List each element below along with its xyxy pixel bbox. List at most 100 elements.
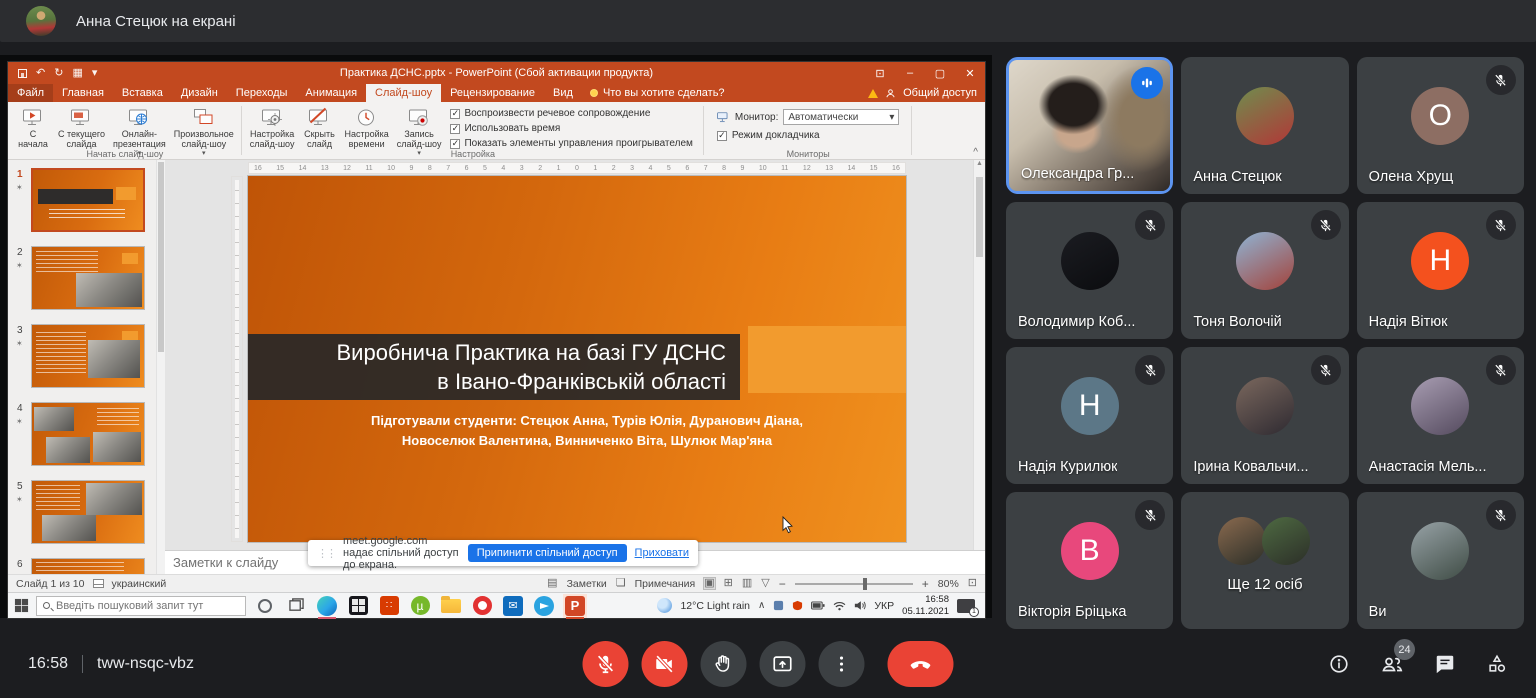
mic-off-button[interactable]	[583, 641, 629, 687]
zoom-level[interactable]: 80%	[938, 578, 959, 590]
slide-thumbnail[interactable]: 2✶	[8, 246, 156, 310]
taskbar-search[interactable]	[36, 596, 246, 616]
ribbon-collapse-icon[interactable]: ^	[973, 147, 978, 158]
participant-tile[interactable]: Ви	[1357, 492, 1524, 629]
search-input[interactable]	[56, 600, 239, 612]
ribbon-button[interactable]: Произвольное слайд-шоу▾	[171, 104, 237, 148]
reading-view-icon[interactable]: ▥	[742, 578, 752, 589]
participant-tile[interactable]: Анастасія Мель...	[1357, 347, 1524, 484]
slide-thumbnail[interactable]: 1✶	[8, 168, 156, 232]
ribbon-button[interactable]: Запись слайд-шоу▾	[394, 104, 445, 148]
comments-toggle[interactable]: Примечания	[635, 578, 696, 590]
slide-sorter-view-icon[interactable]: ⊞	[724, 578, 733, 589]
close-button[interactable]: ✕	[955, 62, 985, 84]
monitor-select[interactable]: Автоматически ▾	[783, 109, 899, 125]
ribbon-button[interactable]: Настройка слайд-шоу	[247, 104, 298, 148]
volume-icon[interactable]	[854, 600, 866, 611]
tab-slideshow[interactable]: Слайд-шоу	[366, 84, 441, 102]
mail-icon[interactable]: ✉	[501, 594, 525, 618]
camera-off-button[interactable]	[642, 641, 688, 687]
slideshow-view-icon[interactable]: ▽	[761, 578, 769, 589]
store-icon[interactable]	[346, 594, 370, 618]
slide-thumbnail[interactable]: 6✶	[8, 558, 156, 574]
tab-design[interactable]: Дизайн	[172, 84, 227, 102]
stop-sharing-button[interactable]: Припинити спільний доступ	[468, 544, 627, 562]
weather-icon[interactable]	[657, 598, 672, 613]
participant-tile[interactable]: Олександра Гр...	[1006, 57, 1173, 194]
activities-button[interactable]	[1486, 653, 1508, 675]
wifi-icon[interactable]	[833, 601, 846, 611]
participant-tile[interactable]: Анна Стецюк	[1181, 57, 1348, 194]
utorrent-icon[interactable]: µ	[408, 594, 432, 618]
tab-review[interactable]: Рецензирование	[441, 84, 544, 102]
tellme-box[interactable]: Что вы хотите сделать?	[590, 87, 725, 99]
meeting-details-button[interactable]	[1328, 653, 1350, 675]
slide-canvas[interactable]: Виробнича Практика на базі ГУ ДСНС в Іва…	[248, 176, 906, 542]
tray-expand-icon[interactable]: ∧	[758, 600, 765, 611]
language-switcher[interactable]: УКР	[874, 600, 894, 612]
ribbon-display-icon[interactable]: ⊡	[865, 62, 895, 84]
more-options-button[interactable]	[819, 641, 865, 687]
weather-text[interactable]: 12°C Light rain	[680, 600, 750, 612]
tab-transitions[interactable]: Переходы	[227, 84, 297, 102]
tab-animations[interactable]: Анимация	[296, 84, 366, 102]
taskbar-clock[interactable]: 16:58 05.11.2021	[902, 594, 949, 618]
powerpoint-taskbar-icon[interactable]: P	[563, 594, 587, 618]
editor-scrollbar[interactable]: ▲	[973, 160, 985, 550]
share-button[interactable]: Общий доступ	[903, 87, 977, 99]
ribbon-button[interactable]: С текущего слайда	[55, 104, 108, 148]
redo-icon[interactable]: ↻	[54, 68, 63, 79]
ribbon-button[interactable]: Скрыть слайд	[299, 104, 339, 148]
start-button[interactable]	[14, 598, 29, 613]
slide-thumbnail[interactable]: 5✶	[8, 480, 156, 544]
zoom-out-icon[interactable]: −	[779, 578, 786, 590]
participant-tile[interactable]: Ірина Ковальчи...	[1181, 347, 1348, 484]
zoom-slider[interactable]	[795, 583, 913, 585]
participant-tile[interactable]: Тоня Волочій	[1181, 202, 1348, 339]
ribbon-checkbox[interactable]: ✓Воспроизвести речевое сопровождение	[450, 108, 692, 119]
ribbon-checkbox[interactable]: ✓Использовать время	[450, 123, 692, 134]
hang-up-button[interactable]	[888, 641, 954, 687]
app-icon-red[interactable]: ∷	[377, 594, 401, 618]
ribbon-button[interactable]: Настройка времени	[341, 104, 391, 148]
maximize-button[interactable]: ▢	[925, 62, 955, 84]
chat-button[interactable]	[1434, 653, 1456, 675]
normal-view-icon[interactable]: ▣	[704, 578, 714, 589]
zoom-slider-knob[interactable]	[863, 578, 867, 590]
thumbnails-scrollbar[interactable]	[156, 160, 165, 574]
ribbon-checkbox[interactable]: ✓Показать элементы управления проигрыват…	[450, 138, 692, 149]
participant-tile[interactable]: ННадія Вітюк	[1357, 202, 1524, 339]
task-view-button[interactable]	[284, 594, 308, 618]
edge-icon[interactable]	[315, 594, 339, 618]
tab-view[interactable]: Вид	[544, 84, 582, 102]
slideshow-start-icon[interactable]: ▦	[72, 68, 82, 79]
language-indicator[interactable]: украинский	[112, 578, 167, 590]
presenter-mode-checkbox[interactable]: ✓ Режим докладчика	[717, 130, 899, 141]
participants-button[interactable]: 24	[1380, 652, 1404, 676]
tab-file[interactable]: Файл	[8, 84, 53, 102]
minimize-button[interactable]: –	[895, 62, 925, 84]
participant-tile[interactable]: ННадія Курилюк	[1006, 347, 1173, 484]
participant-tile[interactable]: ВВікторія Бріцька	[1006, 492, 1173, 629]
tray-shield-icon[interactable]	[792, 600, 803, 611]
participant-tile[interactable]: Володимир Коб...	[1006, 202, 1173, 339]
participant-tile[interactable]: Ще 12 осіб	[1181, 492, 1348, 629]
ribbon-button[interactable]: Онлайн- презентация▾	[110, 104, 169, 148]
save-icon[interactable]	[18, 69, 27, 78]
participant-tile[interactable]: ООлена Хрущ	[1357, 57, 1524, 194]
spellcheck-icon[interactable]	[93, 579, 104, 588]
qat-customize-icon[interactable]: ▾	[92, 68, 98, 79]
slide-thumbnail[interactable]: 4✶	[8, 402, 156, 466]
ribbon-button[interactable]: С начала	[13, 104, 53, 148]
tray-app-icon[interactable]	[773, 600, 784, 611]
zoom-in-icon[interactable]: +	[922, 578, 929, 590]
telegram-icon[interactable]	[532, 594, 556, 618]
file-explorer-icon[interactable]	[439, 594, 463, 618]
slide-thumbnail[interactable]: 3✶	[8, 324, 156, 388]
hide-link[interactable]: Приховати	[635, 547, 689, 559]
cortana-button[interactable]	[253, 594, 277, 618]
fit-to-window-icon[interactable]: ⊡	[968, 578, 977, 589]
notes-toggle[interactable]: Заметки	[567, 578, 607, 590]
tab-home[interactable]: Главная	[53, 84, 113, 102]
undo-icon[interactable]: ↶	[36, 68, 45, 79]
